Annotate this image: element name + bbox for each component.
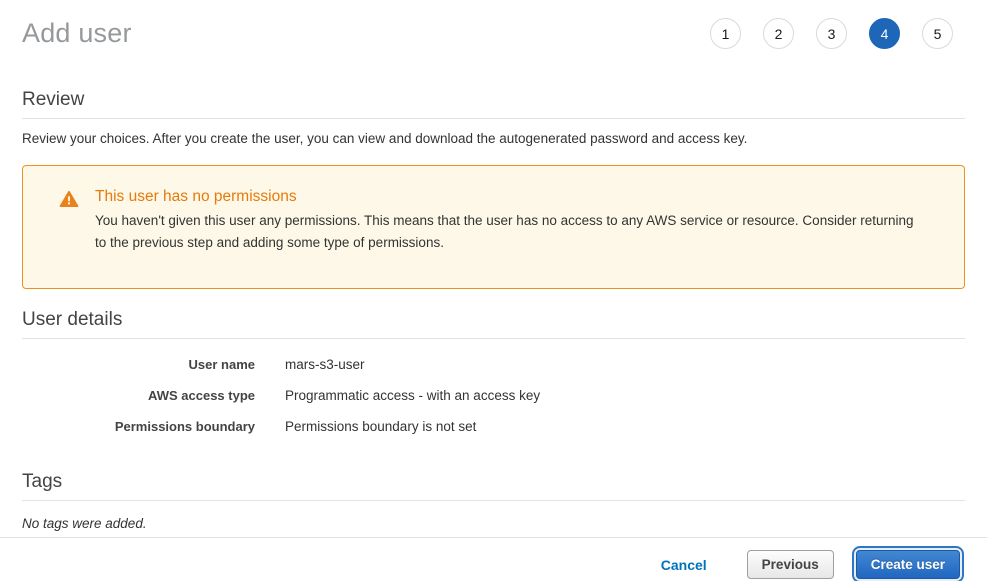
wizard-footer: Cancel Previous Create user bbox=[0, 537, 987, 581]
review-section-heading: Review bbox=[22, 89, 965, 119]
warning-body: You haven't given this user any permissi… bbox=[95, 210, 926, 254]
wizard-step-4-active[interactable]: 4 bbox=[869, 18, 900, 49]
step-number: 5 bbox=[934, 26, 942, 42]
wizard-step-indicator: 1 2 3 4 5 bbox=[710, 18, 965, 49]
previous-button[interactable]: Previous bbox=[747, 550, 834, 579]
detail-row-permissions-boundary: Permissions boundary Permissions boundar… bbox=[22, 418, 965, 435]
page-title: Add user bbox=[22, 18, 132, 49]
tags-empty-message: No tags were added. bbox=[22, 516, 965, 531]
detail-value: mars-s3-user bbox=[285, 356, 965, 373]
wizard-step-1[interactable]: 1 bbox=[710, 18, 741, 49]
no-permissions-warning-banner: This user has no permissions You haven't… bbox=[22, 165, 965, 289]
add-user-wizard: Add user 1 2 3 4 5 Review Review your ch… bbox=[0, 0, 987, 581]
review-description: Review your choices. After you create th… bbox=[22, 131, 965, 146]
detail-value: Programmatic access - with an access key bbox=[285, 387, 965, 404]
wizard-step-3[interactable]: 3 bbox=[816, 18, 847, 49]
review-content: Review Review your choices. After you cr… bbox=[0, 49, 987, 537]
wizard-step-2[interactable]: 2 bbox=[763, 18, 794, 49]
detail-value: Permissions boundary is not set bbox=[285, 418, 965, 435]
user-details-section-heading: User details bbox=[22, 309, 965, 339]
detail-label: User name bbox=[22, 356, 255, 373]
warning-title: This user has no permissions bbox=[95, 188, 926, 206]
detail-label: AWS access type bbox=[22, 387, 255, 404]
step-number: 3 bbox=[828, 26, 836, 42]
step-number: 1 bbox=[722, 26, 730, 42]
wizard-step-5[interactable]: 5 bbox=[922, 18, 953, 49]
detail-row-access-type: AWS access type Programmatic access - wi… bbox=[22, 387, 965, 404]
warning-triangle-icon bbox=[59, 189, 79, 214]
cancel-link[interactable]: Cancel bbox=[661, 557, 707, 573]
detail-row-user-name: User name mars-s3-user bbox=[22, 356, 965, 373]
step-number: 4 bbox=[881, 26, 889, 42]
create-user-button[interactable]: Create user bbox=[856, 550, 960, 579]
warning-text-block: This user has no permissions You haven't… bbox=[95, 188, 926, 254]
step-number: 2 bbox=[775, 26, 783, 42]
detail-label: Permissions boundary bbox=[22, 418, 255, 435]
tags-section-heading: Tags bbox=[22, 471, 965, 501]
wizard-header: Add user 1 2 3 4 5 bbox=[0, 0, 987, 49]
user-details-table: User name mars-s3-user AWS access type P… bbox=[22, 356, 965, 435]
